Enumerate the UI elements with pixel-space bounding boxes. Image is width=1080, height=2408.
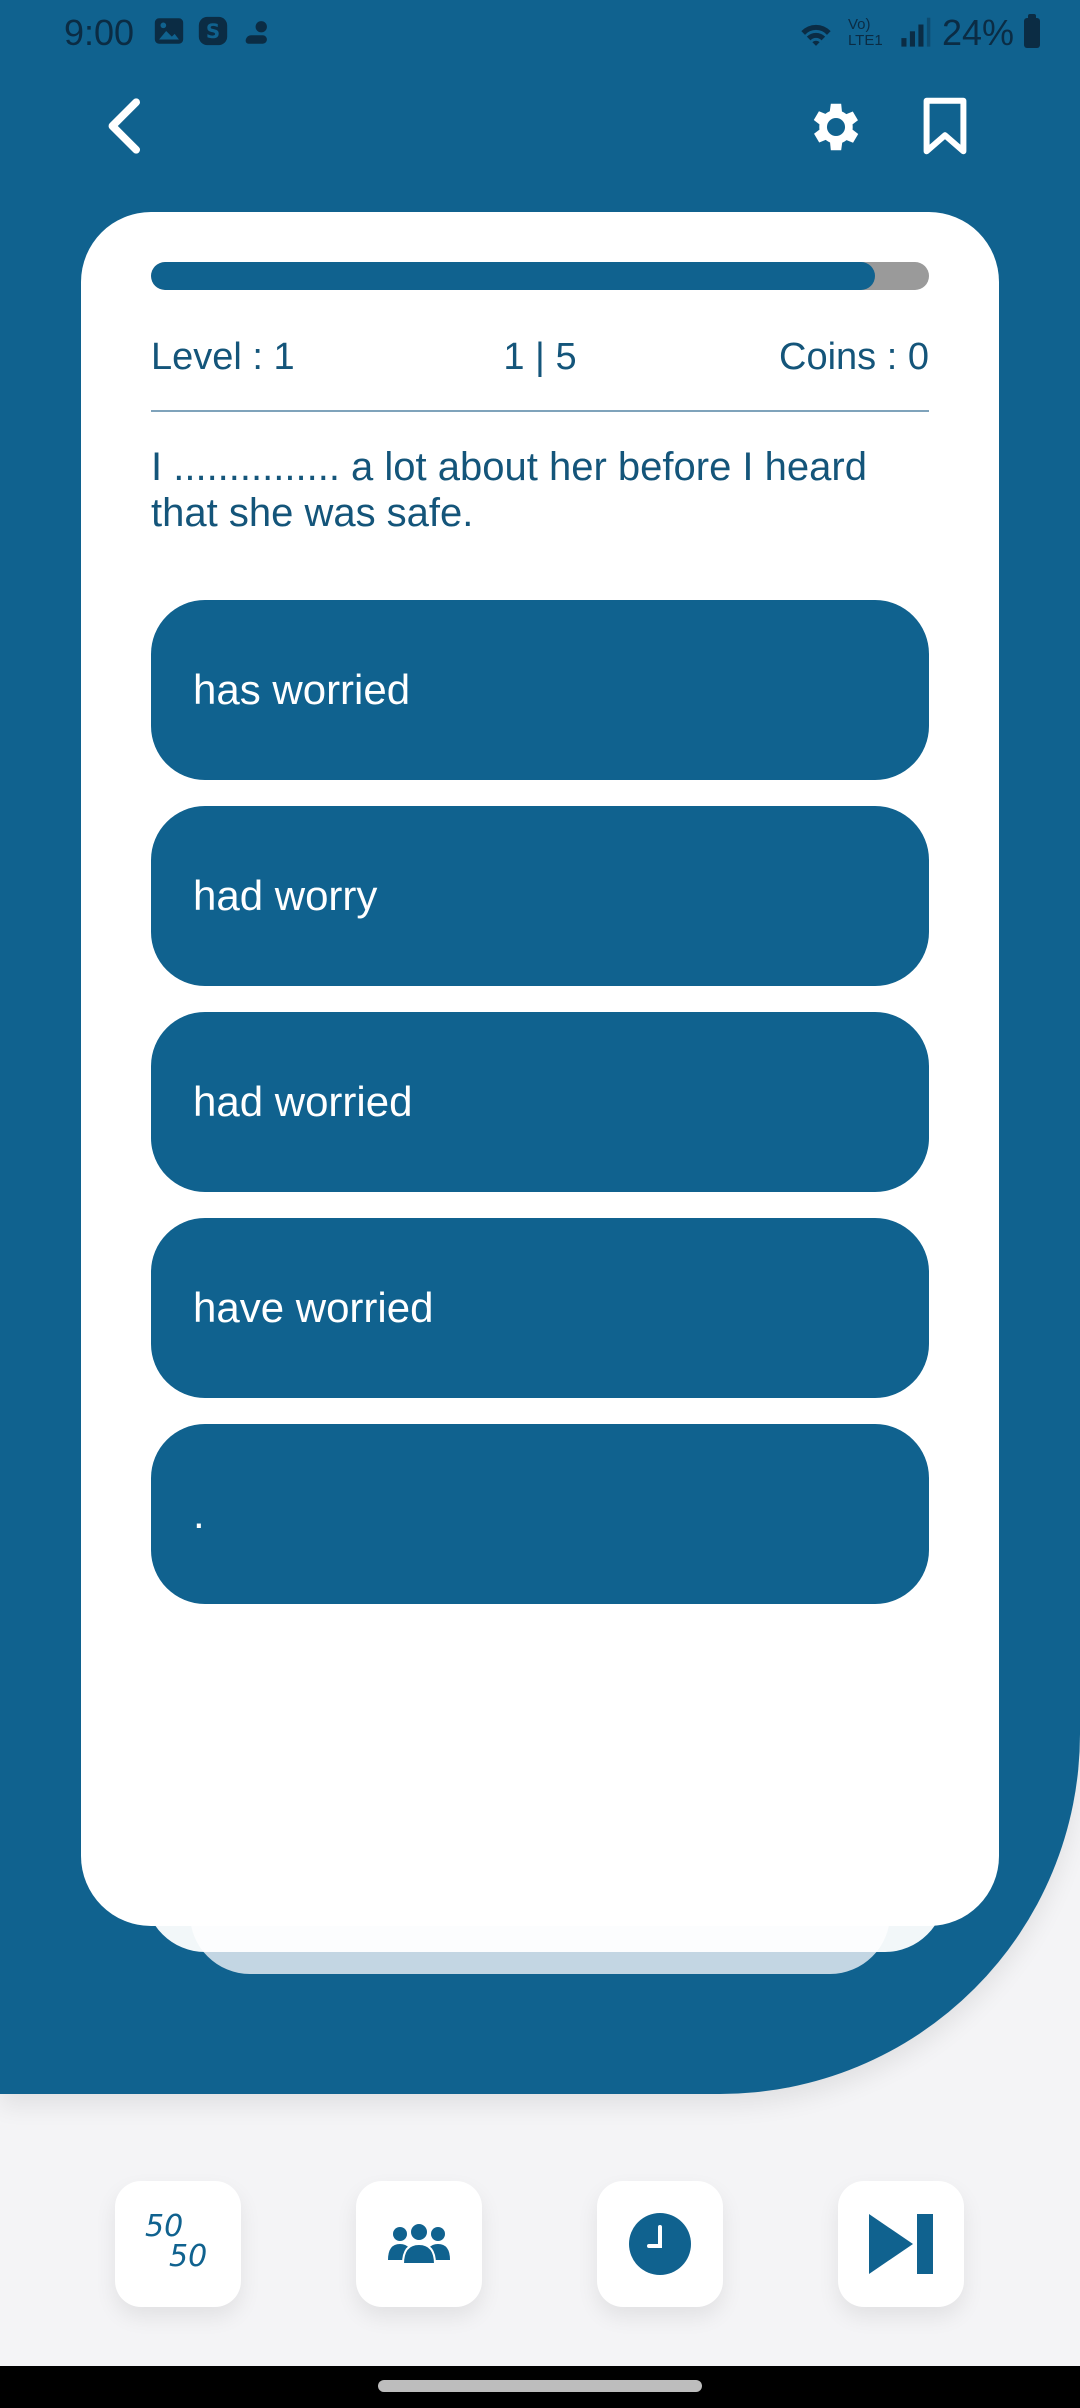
people-group-icon — [388, 2222, 450, 2265]
status-time: 9:00 — [64, 12, 135, 53]
answer-options: has worried had worry had worried have w… — [151, 600, 929, 1630]
home-indicator[interactable] — [378, 2380, 702, 2392]
skype-icon: S — [198, 16, 228, 46]
fifty-fifty-button[interactable]: 50 50 — [115, 2181, 241, 2307]
question-card: Level : 1 1 | 5 Coins : 0 I ............… — [81, 212, 999, 1926]
status-bar: 9:00 S Vo) LTE1 24% — [0, 0, 1080, 68]
coins-label: Coins : 0 — [779, 336, 929, 378]
answer-option-label: had worried — [193, 1078, 413, 1125]
chevron-left-icon[interactable] — [92, 92, 160, 160]
answer-option-5[interactable]: . — [151, 1424, 929, 1604]
answer-option-label: had worry — [193, 872, 378, 919]
fifty-fifty-icon: 50 50 — [143, 2209, 213, 2279]
battery-icon — [1024, 14, 1040, 48]
battery-percent: 24% — [941, 12, 1014, 53]
status-notification-icons: S — [152, 14, 274, 48]
timer-button[interactable] — [597, 2181, 723, 2307]
answer-option-1[interactable]: has worried — [151, 600, 929, 780]
system-nav-bar — [0, 2366, 1080, 2408]
progress-fill — [151, 262, 875, 290]
clock-icon — [629, 2213, 691, 2275]
gallery-icon — [154, 18, 184, 44]
bookmark-icon[interactable] — [922, 96, 968, 156]
audience-poll-button[interactable] — [356, 2181, 482, 2307]
answer-option-2[interactable]: had worry — [151, 806, 929, 986]
network-type: Vo) LTE1 — [847, 16, 883, 49]
answer-option-label: has worried — [193, 666, 411, 713]
signal-icon — [901, 17, 931, 47]
answer-option-label: have worried — [193, 1284, 434, 1331]
quiz-meta: Level : 1 1 | 5 Coins : 0 — [151, 336, 929, 386]
answer-option-4[interactable]: have worried — [151, 1218, 929, 1398]
status-system-icons: Vo) LTE1 24% — [794, 12, 1040, 54]
skip-next-icon — [869, 2214, 933, 2274]
gear-icon[interactable] — [805, 96, 867, 158]
fifty-bottom: 50 — [169, 2239, 208, 2274]
weather-icon — [245, 21, 267, 44]
skip-button[interactable] — [838, 2181, 964, 2307]
divider — [151, 410, 929, 412]
wifi-icon — [801, 24, 831, 46]
svg-text:S: S — [206, 20, 220, 43]
progress-bar — [151, 262, 929, 290]
question-text: I ............... a lot about her before… — [151, 445, 867, 535]
answer-option-3[interactable]: had worried — [151, 1012, 929, 1192]
answer-option-label: . — [193, 1490, 205, 1537]
